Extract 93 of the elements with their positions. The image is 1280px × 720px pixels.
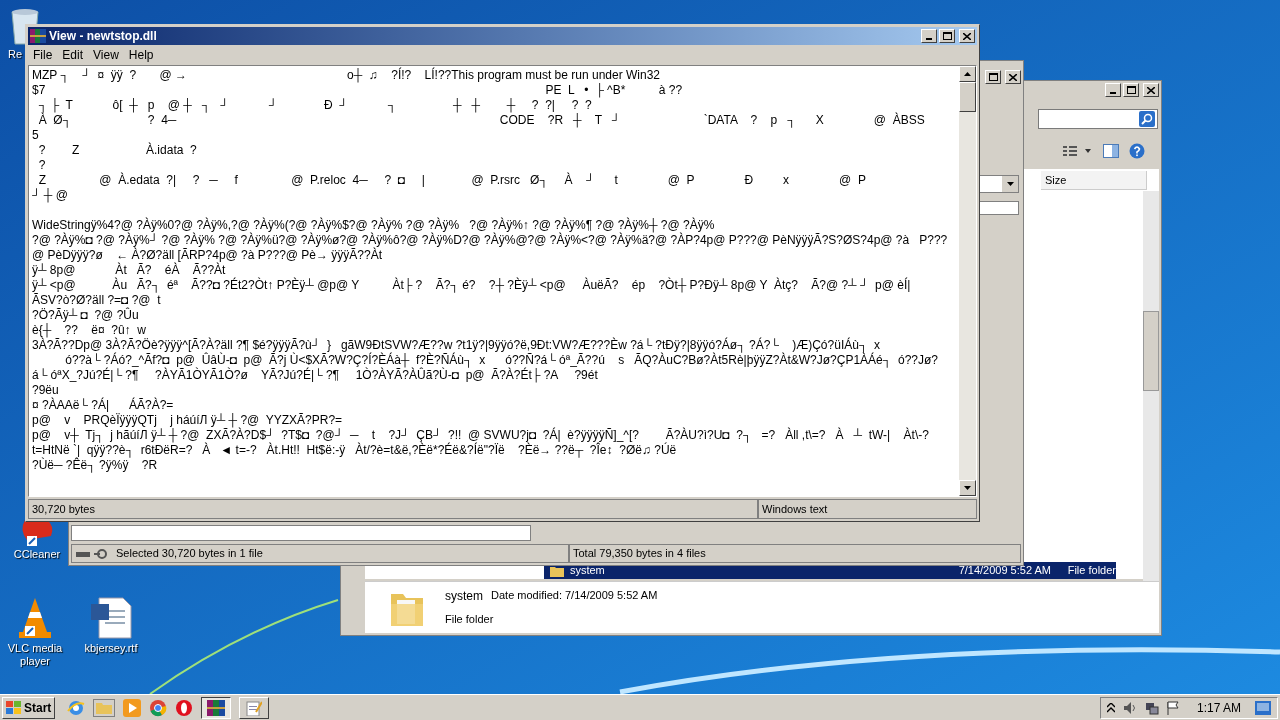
- desktop-icon-label[interactable]: Re: [8, 48, 23, 61]
- close-icon: [963, 32, 971, 40]
- text-line: WideStringÿ%4?@ ?Àÿ%0?@ ?Àÿ%,?@ ?Àÿ%(?@ ?Àÿ%$?@ ?Àÿ% ?@ ?Àÿ% ?@ ?Àÿ%↑ ?@ ?Àÿ%¶ ?@ ?Àÿ%┼ ?@ ?Àÿ%: [32, 218, 715, 233]
- menu-item[interactable]: Edit: [57, 47, 89, 63]
- text-line: 5: [32, 128, 39, 143]
- text-line: ÿ┴ 8p@ Àt Ã? éÀ Ã??Àt: [32, 263, 226, 277]
- folder-icon: [550, 564, 564, 577]
- start-button[interactable]: Start: [2, 696, 56, 719]
- text-line: t=HtNë `| qÿÿ??è┐ r6tÐëR=? À ◄ t=-? Àt.Ht!! Ht$ë:-ÿ Àt/?è=t&ë,?Èë*?Éë&?Íë"?Ïë ?Èë→ ??ë┬ ?Îe↕ ?Øë♫ ?Úë: [32, 443, 677, 458]
- status-panel: Selected 30,720 bytes in 1 file: [71, 544, 569, 563]
- maximize-icon: [988, 73, 998, 81]
- maximize-icon: [1126, 86, 1136, 94]
- text-line: è{┼ ?? ë¤ ?û↑ w: [32, 323, 146, 338]
- text-line: ó??à└ ?Áó?_^Ãf?◘ p@ ÛâÙ-◘ p@ Ã?j Ù<$XÃ?W?Ç?Í?ÈÁà┼ f?È?ÑÁù┐ x ó??Ñ?á└ óª_Ã??ú s ÃQ?ÀuC?Bø?Àt5Rè|þÿÿZ?Àt&W?Jø?ÇP1ÀÁé┐ ó??Jø?: [65, 353, 938, 368]
- path-field[interactable]: [71, 525, 531, 541]
- view-options-icon[interactable]: [1063, 144, 1093, 158]
- status-panel: Total 79,350 bytes in 4 files: [569, 544, 1021, 563]
- up-arrow-icon: [964, 72, 971, 76]
- archive-icon: [207, 699, 226, 716]
- text-line: ÃSV?ò?Ø?äll ?=◘ ?@ t: [32, 293, 161, 307]
- text-line: ¤ ?ÀAAë└ ?Á| ÁÃ?À?=: [32, 398, 174, 413]
- menu-item[interactable]: File: [28, 47, 58, 63]
- text-line: ?: [37, 158, 46, 173]
- text-line: ÿ┴ <p@ Àu Ã?┐ éª Ã??◘ ?Ét2?Òt↑ P?Èÿ┴ @p@ Y Àt├ ? Ã?┐ é? ?┼ ?Èÿ┴ <p@ ÀuëÃ? ép ?Òt┼ P?Ðÿ┴ 8p@ Y Àtç? Ã?@ ?┴ ┘ p@ èÍ|: [32, 278, 911, 293]
- text-line: Z @ À.edata ?| ? ─ f @ P.reloc 4─ ? ◘ | @ P.rsrc Ø┐ À ┘ t @ P Ð x @ P: [37, 173, 866, 188]
- search-field[interactable]: [1038, 109, 1158, 129]
- text-line: p@ v┼ Tj┐ j hãúíЛ ÿ┴ ┼ ?@ ZXÃ?À?D$┘ ?T$◘ ?@┘ ─ t ?J┘ ÇB┘ ?!! @ SVWU?j◘ ?Á| è?ÿÿÿÿÑ]_^[? Ã?ÀU?ì?U◘ ?┐ =? Àll ,t\=? À ┴ tW-| Àt\-?: [32, 428, 929, 443]
- date-modified: Date modified: 7/14/2009 5:52 AM: [491, 588, 658, 604]
- browser-e-icon[interactable]: [67, 698, 86, 717]
- text-line: ┘ ┼ @: [32, 188, 68, 203]
- help-icon[interactable]: [1129, 143, 1145, 159]
- text-line: ?@ ?Àÿ%◘ ?@ ?Àÿ%┘ ?@ ?Àÿ% ?@ ?Àÿ%ü?@ ?Àÿ%ø?@ ?Àÿ%ô?@ ?Àÿ%D?@ ?Àÿ%@?@ ?Àÿ%<?@ ?Àÿ%ä?@ ?ÀP?4p@ P???@ PèNÿÿÿÃ?S?ØS?4p@ ?à P???: [32, 233, 948, 248]
- minimize-icon: [1110, 92, 1116, 94]
- dropdown-arrow-icon: [1006, 182, 1014, 186]
- up-arrow-icon[interactable]: [1106, 702, 1115, 713]
- close-button[interactable]: [1005, 70, 1021, 84]
- text-line: ?Ùë─ ?Êë┐ ?ÿ%ÿ ?R: [32, 458, 158, 473]
- item-name: system: [445, 588, 483, 606]
- text-line: MZP ┐ ┘ ¤ ÿÿ ? @ → o┼ ♫ ?Í!? LÍ!??This program must be run under Win32: [32, 68, 660, 83]
- window-title: View - newtstop.dll: [49, 28, 157, 45]
- text-line: 3À?Ã??Dp@ 3À?Ã?Öè?ÿÿÿ^[Ã?À?äll ?¶ $é?ÿÿÿÃ?ù┘ } gãW9ÐtSVW?Æ??w ?t1ÿ?|9ÿÿó?ë,9Ðt:VW?Æ???Èw ?á└ ?tÐÿ?|8ÿÿó?Áø┐ ?Á?└ )Æ)Çó?üIÁù┐ x: [32, 338, 881, 353]
- text-line: ?Ö?Ãÿ┴ ◘ ?@ ?Ûu: [32, 308, 139, 323]
- scrollbar[interactable]: [959, 66, 976, 496]
- drive-icon: [76, 548, 110, 559]
- text-line: À Ø┐ ? 4─ CODE ?R ┼ T ┘ `DATA ? p ┐ X @ ÀBSS: [37, 113, 925, 128]
- flag-icon[interactable]: [1166, 700, 1179, 715]
- minimize-icon: [926, 38, 932, 40]
- desktop-icon-label[interactable]: CCleaner: [13, 548, 61, 561]
- text-line: @ PèDÿÿÿ?ø ← À?Ø?äll [ÃRP?4p@ ?à P???@ Pè→ ÿÿÿÃ??Àt: [32, 248, 383, 263]
- word-document-icon: [89, 596, 133, 640]
- text-line: p@ v PRQèÏÿÿÿQTj j háúíЛ ÿ┴ ┼ ?@ YYZXÃ?PR?=: [32, 413, 343, 428]
- status-panel: Windows text: [758, 499, 977, 519]
- maximize-icon: [942, 32, 952, 40]
- speaker-icon[interactable]: [1122, 700, 1137, 715]
- opera-icon[interactable]: [175, 698, 194, 717]
- show-desktop-icon[interactable]: [1255, 700, 1271, 715]
- desktop-icon-label[interactable]: kbjersey.rtf: [84, 642, 138, 655]
- minimize-button[interactable]: [1105, 83, 1121, 97]
- maximize-button[interactable]: [985, 70, 1001, 84]
- network-icon[interactable]: [1144, 700, 1159, 715]
- close-button[interactable]: [959, 29, 975, 43]
- text-line: ?9ëu: [32, 383, 59, 397]
- minimize-button[interactable]: [921, 29, 937, 43]
- status-panel: 30,720 bytes: [28, 499, 758, 519]
- search-icon: [1139, 111, 1155, 127]
- column-header[interactable]: Size: [1041, 171, 1147, 190]
- scroll-down-button[interactable]: [959, 480, 976, 496]
- drive-dropdown[interactable]: [979, 175, 1019, 193]
- scroll-up-button[interactable]: [959, 66, 976, 82]
- text-line: $7 PE L • ├ ^B* à ??: [32, 83, 683, 98]
- maximize-button[interactable]: [1123, 83, 1139, 97]
- down-arrow-icon: [964, 486, 971, 490]
- taskbar-app-button[interactable]: [201, 696, 232, 719]
- text-line: á└ óªX_?Jú?É|└ ?¶ ?ÀYÃ1ÒYÃ1Ò?ø YÃ?Jú?É|└ ?¶ 1Ò?ÀYÃ?ÀÛã?Ù-◘ p@ Ã?À?Ét├ ?A ?9ét: [32, 368, 598, 383]
- menu-item[interactable]: View: [88, 47, 124, 63]
- close-icon: [1147, 86, 1155, 94]
- maximize-button[interactable]: [939, 29, 955, 43]
- desktop-icon-label[interactable]: VLC media player: [4, 642, 66, 668]
- item-type: File folder: [445, 612, 495, 628]
- preview-pane-icon[interactable]: [1103, 144, 1119, 158]
- scrollbar[interactable]: [1143, 191, 1159, 583]
- archive-icon: [30, 29, 46, 43]
- windows-logo-icon: [6, 700, 22, 715]
- text-line: ┐ ├ T ô[ ┼ p @ ┼ ┐ ┘ ┘ Ð ┘ ┐ ┼ ┼ ┼ ? ?| ? ?: [37, 98, 592, 113]
- text-line: ? Z À.idata ?: [37, 143, 197, 158]
- notepad-icon: [246, 699, 263, 716]
- folder-icon[interactable]: [93, 698, 116, 717]
- menu-item[interactable]: Help: [123, 47, 159, 63]
- close-button[interactable]: [1143, 83, 1159, 97]
- scroll-thumb[interactable]: [959, 82, 976, 112]
- list-header: [979, 201, 1019, 215]
- chrome-icon[interactable]: [149, 698, 168, 717]
- close-icon: [1009, 73, 1017, 81]
